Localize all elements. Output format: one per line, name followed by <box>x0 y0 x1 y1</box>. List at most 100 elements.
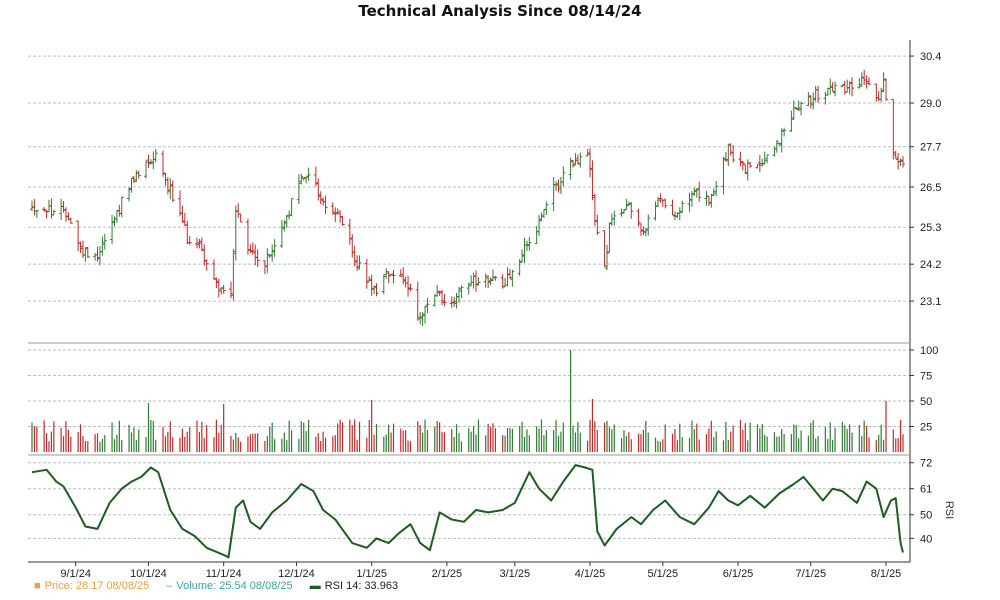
price-bar <box>299 173 304 185</box>
price-bar <box>97 245 102 266</box>
price-bar <box>197 238 202 249</box>
price-bar <box>202 244 207 266</box>
price-bar <box>457 286 462 303</box>
price-bar <box>153 149 158 163</box>
rsi-y-tick-label: 40 <box>920 533 932 545</box>
price-bar <box>333 207 338 223</box>
price-bar <box>391 270 396 284</box>
price-bar <box>505 267 510 287</box>
rsi-series-line <box>31 464 904 559</box>
price-bar <box>114 210 119 223</box>
price-bar <box>670 199 675 216</box>
price-bar <box>476 277 481 286</box>
volume-panel <box>31 350 904 452</box>
price-bar <box>471 272 476 289</box>
legend-volume-label: Volume: 25.54 08/08/25 <box>176 580 293 592</box>
price-bar <box>473 270 478 292</box>
price-bar <box>102 233 107 250</box>
volume-y-tick-label: 50 <box>920 396 932 408</box>
price-bar <box>544 201 549 215</box>
price-bar <box>289 198 294 217</box>
price-bar <box>522 237 527 264</box>
price-bar <box>253 244 258 266</box>
price-bar <box>469 275 474 287</box>
price-bar <box>231 249 236 301</box>
legend-price-marker: ■ <box>34 580 41 592</box>
price-bar <box>364 258 369 289</box>
legend-rsi-marker: ▬ <box>309 580 321 592</box>
price-bar <box>847 81 852 95</box>
price-bar <box>833 81 838 97</box>
volume-y-tick-label: 25 <box>920 422 932 434</box>
price-bar <box>117 204 122 217</box>
price-bar <box>638 223 643 236</box>
price-bar <box>282 220 287 232</box>
price-bar <box>420 311 425 327</box>
price-bar <box>646 214 651 236</box>
price-bar <box>347 218 352 245</box>
volume-y-tick-label: 100 <box>920 345 938 357</box>
price-bar <box>168 178 173 200</box>
rsi-y-tick-label: 50 <box>920 510 932 522</box>
price-bar <box>262 260 267 275</box>
price-bar <box>406 275 411 297</box>
price-bar <box>187 236 192 245</box>
price-bar <box>425 297 430 314</box>
price-bar <box>338 210 343 223</box>
price-y-tick-label: 24.2 <box>920 259 941 271</box>
price-bar <box>738 151 743 167</box>
price-bar <box>677 207 682 221</box>
volume-y-tick-label: 75 <box>920 371 932 383</box>
price-bar <box>161 150 166 177</box>
price-bar <box>706 196 711 206</box>
price-y-tick-label: 25.3 <box>920 222 941 234</box>
price-bar <box>265 248 270 274</box>
legend-rsi: ▬ RSI 14: 33.963 <box>310 580 398 592</box>
price-bar <box>697 181 702 202</box>
price-bar <box>891 99 896 160</box>
price-bar <box>609 213 614 227</box>
legend-price: ■ Price: 28.17 08/08/25 <box>34 580 152 592</box>
price-bar <box>488 277 493 286</box>
axes <box>28 40 914 566</box>
price-bar <box>867 77 872 86</box>
price-bar <box>624 198 629 210</box>
price-bar <box>578 152 583 168</box>
price-bar <box>721 156 726 195</box>
x-tick-label: 1/1/25 <box>356 568 387 580</box>
price-bar <box>93 252 98 261</box>
price-bar <box>663 198 668 209</box>
price-bar <box>556 179 561 193</box>
rsi-y-tick-label: 72 <box>920 458 932 470</box>
price-bar <box>323 195 328 215</box>
legend: ■ Price: 28.17 08/08/25 – Volume: 25.54 08… <box>34 580 412 592</box>
price-bar <box>619 208 624 217</box>
price-bar <box>745 159 750 181</box>
price-y-tick-label: 30.4 <box>920 51 941 63</box>
price-bar <box>816 85 821 103</box>
price-bar <box>233 205 238 261</box>
price-bar <box>490 269 495 282</box>
legend-volume-marker: – <box>166 580 173 592</box>
price-bar <box>748 161 753 168</box>
price-bar <box>760 158 765 167</box>
price-bar <box>211 259 216 280</box>
price-bar <box>34 209 39 218</box>
x-tick-label: 4/1/25 <box>575 568 606 580</box>
price-bar <box>49 198 54 219</box>
x-tick-label: 2/1/25 <box>432 568 463 580</box>
price-bar <box>590 160 595 201</box>
price-bar <box>558 176 563 195</box>
price-bar <box>539 212 544 222</box>
price-bar <box>272 239 277 257</box>
price-y-tick-label: 23.1 <box>920 296 941 308</box>
price-bar <box>714 180 719 197</box>
rsi-y-tick-label: 61 <box>920 484 932 496</box>
price-bar <box>163 172 168 186</box>
x-tick-label: 7/1/25 <box>796 568 827 580</box>
x-tick-label: 5/1/25 <box>648 568 679 580</box>
price-bar <box>95 246 100 262</box>
price-bar <box>862 69 867 85</box>
rsi-axis-title: RSI <box>943 501 955 519</box>
rsi-panel <box>31 464 904 559</box>
